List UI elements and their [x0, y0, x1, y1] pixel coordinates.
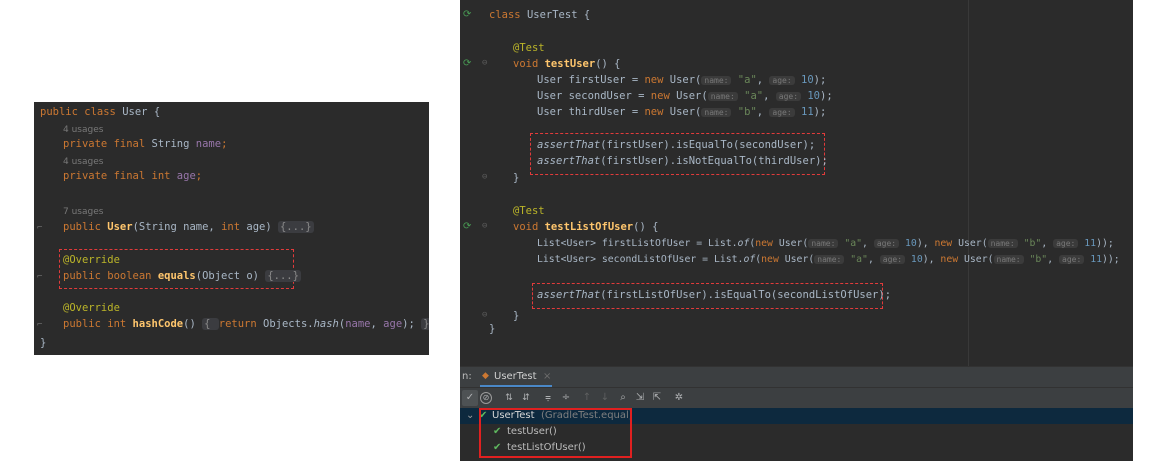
- show-passed-icon[interactable]: ✓: [462, 390, 478, 406]
- test-annotation: @Test: [513, 42, 545, 54]
- constructor-declaration: public User(String name, int age) {...}: [63, 221, 314, 233]
- hashcode-method: public int hashCode() { return Objects.h…: [63, 316, 429, 332]
- field-name-declaration: private final String name;: [63, 138, 228, 150]
- run-toolbar: ✓ ⊘ ⇅ ⇵ ⩦ ÷ ↑ ↓ ⌕ ⇲ ⇱ ✲: [460, 387, 1133, 409]
- test-results-tree: ⌄ ✔ UserTest (GradleTest.equal) ✔ testUs…: [460, 408, 1133, 461]
- user-class-editor[interactable]: public class User { 4 usages private fin…: [34, 102, 429, 355]
- search-icon[interactable]: ⌕: [615, 390, 631, 406]
- hashcode-annotation: @Override: [63, 302, 120, 314]
- fold-gutter-icon[interactable]: ⌐: [37, 272, 42, 282]
- second-list-line: List<User> secondListOfUser = List.of(ne…: [537, 254, 1120, 265]
- field-age-declaration: private final int age;: [63, 170, 203, 182]
- usertest-ide-panel[interactable]: ⟳ class UserTest { @Test ⟳ ⊖ void testUs…: [460, 0, 1133, 461]
- expand-all-icon[interactable]: ⩦: [540, 390, 556, 406]
- fold-icon[interactable]: ⊖: [482, 172, 487, 182]
- results-highlight-box: [479, 408, 632, 458]
- collapsed-body[interactable]: {...}: [265, 270, 301, 282]
- class-declaration: public class User {: [40, 106, 161, 118]
- sort-by-duration-icon[interactable]: ⇵: [518, 390, 534, 406]
- run-class-icon[interactable]: ⟳: [463, 9, 471, 20]
- test-annotation: @Test: [513, 205, 545, 217]
- equals-method: public boolean equals(Object o) {...}: [63, 270, 301, 282]
- import-tests-icon[interactable]: ⇲: [632, 390, 648, 406]
- first-user-line: User firstUser = new User(name: "a", age…: [537, 74, 827, 86]
- first-list-line: List<User> firstListOfUser = List.of(new…: [537, 238, 1114, 249]
- gear-icon[interactable]: ✲: [671, 390, 687, 406]
- testlist-signature: void testListOfUser() {: [513, 221, 659, 233]
- testuser-closing-brace: }: [513, 172, 520, 184]
- testuser-signature: void testUser() {: [513, 58, 621, 70]
- run-tab-bar: n: ◆ UserTest ×: [460, 366, 1133, 387]
- third-user-line: User thirdUser = new User(name: "b", age…: [537, 106, 827, 118]
- show-ignored-icon[interactable]: ⊘: [480, 392, 492, 404]
- collapsed-body[interactable]: {...}: [277, 221, 314, 233]
- right-margin-guide: [968, 0, 969, 366]
- run-test-icon[interactable]: ⟳: [463, 221, 471, 232]
- fold-icon[interactable]: ⊖: [482, 58, 487, 68]
- class-closing-brace: }: [40, 337, 47, 349]
- collapse-all-icon[interactable]: ÷: [558, 390, 574, 406]
- fold-gutter-icon[interactable]: ⌐: [37, 223, 42, 233]
- equals-annotation: @Override: [63, 254, 120, 266]
- run-test-icon[interactable]: ⟳: [463, 58, 471, 69]
- fold-gutter-icon[interactable]: ⌐: [37, 320, 42, 330]
- second-user-line: User secondUser = new User(name: "a", ag…: [537, 90, 833, 102]
- close-icon[interactable]: ×: [543, 371, 551, 382]
- test-class-declaration: class UserTest {: [489, 9, 591, 21]
- test-class-closing-brace: }: [489, 323, 496, 335]
- test-class-icon: ◆: [482, 371, 489, 381]
- export-tests-icon[interactable]: ⇱: [649, 390, 665, 406]
- testlist-closing-brace: }: [513, 310, 520, 322]
- assert-equal-line: assertThat(firstUser).isEqualTo(secondUs…: [537, 139, 816, 151]
- previous-failed-icon[interactable]: ↑: [579, 390, 595, 406]
- fold-icon[interactable]: ⊖: [482, 310, 487, 320]
- next-failed-icon[interactable]: ↓: [597, 390, 613, 406]
- usages-hint[interactable]: 7 usages: [63, 204, 103, 220]
- run-tab-usertest[interactable]: UserTest: [494, 371, 537, 382]
- fold-icon[interactable]: ⊖: [482, 221, 487, 231]
- assert-list-equal-line: assertThat(firstListOfUser).isEqualTo(se…: [537, 289, 892, 301]
- sort-alphabetically-icon[interactable]: ⇅: [501, 390, 517, 406]
- chevron-down-icon[interactable]: ⌄: [466, 408, 474, 424]
- run-panel-prefix: n:: [462, 371, 472, 382]
- assert-not-equal-line: assertThat(firstUser).isNotEqualTo(third…: [537, 155, 828, 167]
